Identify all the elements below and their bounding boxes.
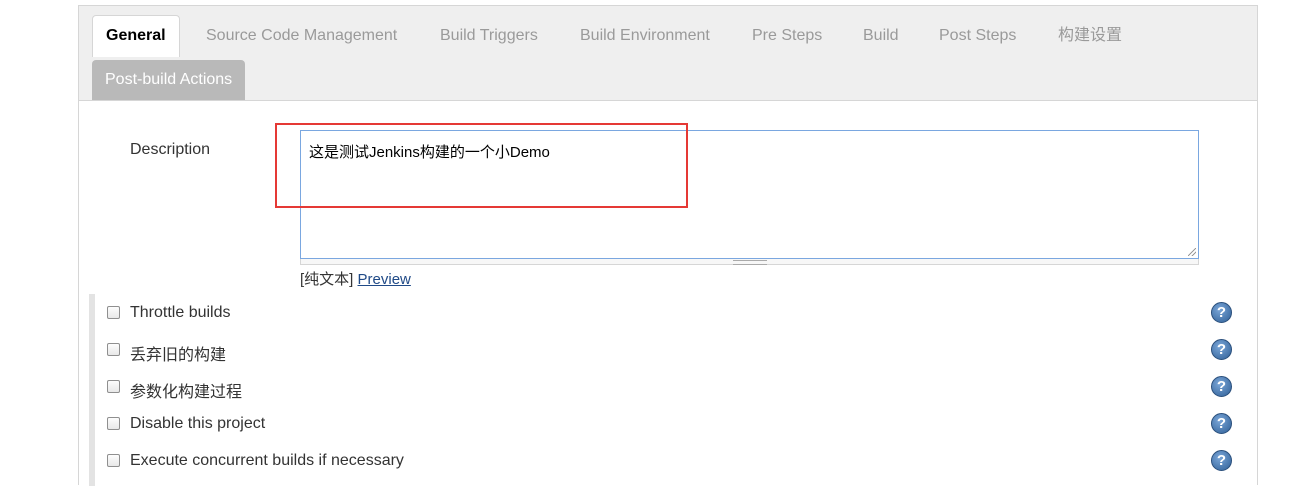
checkbox[interactable] bbox=[107, 343, 120, 356]
plain-text-mode-label: [纯文本] bbox=[300, 271, 354, 288]
preview-link[interactable]: Preview bbox=[358, 271, 411, 288]
tab-build[interactable]: Build bbox=[863, 16, 899, 56]
help-icon[interactable]: ? bbox=[1211, 302, 1232, 323]
editor-mode-switch: [纯文本] Preview bbox=[300, 268, 411, 289]
checkbox[interactable] bbox=[107, 306, 120, 319]
option-disable-project: Disable this project ? bbox=[105, 413, 1235, 439]
checkbox[interactable] bbox=[107, 454, 120, 467]
option-label[interactable]: Throttle builds bbox=[130, 304, 231, 322]
textarea-resize-bar[interactable] bbox=[300, 259, 1199, 265]
tab-build-settings[interactable]: 构建设置 bbox=[1058, 16, 1122, 56]
section-divider bbox=[89, 294, 95, 486]
tab-post-build-actions[interactable]: Post-build Actions bbox=[92, 60, 246, 100]
config-panel: General Source Code Management Build Tri… bbox=[78, 5, 1258, 486]
option-label[interactable]: 丢弃旧的构建 bbox=[130, 341, 226, 365]
checkbox[interactable] bbox=[107, 380, 120, 393]
option-discard-old-builds: 丢弃旧的构建 ? bbox=[105, 339, 1235, 365]
checkbox[interactable] bbox=[107, 417, 120, 430]
tab-build-environment[interactable]: Build Environment bbox=[580, 16, 710, 56]
tab-source-code-management[interactable]: Source Code Management bbox=[206, 16, 397, 56]
tab-pre-steps[interactable]: Pre Steps bbox=[752, 16, 822, 56]
resize-grip-icon[interactable] bbox=[1188, 248, 1196, 256]
option-label[interactable]: 参数化构建过程 bbox=[130, 378, 242, 402]
tab-build-triggers[interactable]: Build Triggers bbox=[440, 16, 538, 56]
help-icon[interactable]: ? bbox=[1211, 413, 1232, 434]
help-icon[interactable]: ? bbox=[1211, 376, 1232, 397]
option-throttle-builds: Throttle builds ? bbox=[105, 302, 1235, 328]
option-concurrent-builds: Execute concurrent builds if necessary ? bbox=[105, 450, 1235, 476]
tab-bar: General Source Code Management Build Tri… bbox=[79, 6, 1257, 101]
help-icon[interactable]: ? bbox=[1211, 339, 1232, 360]
description-text: 这是测试Jenkins构建的一个小Demo bbox=[309, 144, 550, 161]
help-icon[interactable]: ? bbox=[1211, 450, 1232, 471]
tab-general[interactable]: General bbox=[92, 15, 180, 57]
drag-handle-icon[interactable] bbox=[733, 260, 767, 265]
option-label[interactable]: Execute concurrent builds if necessary bbox=[130, 452, 404, 470]
tab-post-steps[interactable]: Post Steps bbox=[939, 16, 1016, 56]
description-textarea[interactable]: 这是测试Jenkins构建的一个小Demo bbox=[300, 130, 1199, 259]
description-label: Description bbox=[130, 141, 211, 158]
option-label[interactable]: Disable this project bbox=[130, 415, 265, 433]
option-parameterized-build: 参数化构建过程 ? bbox=[105, 376, 1235, 402]
